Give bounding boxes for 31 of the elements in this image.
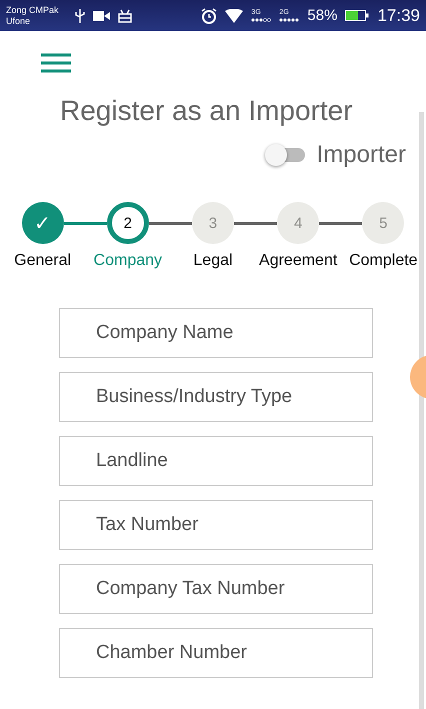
step-label: Company [94, 252, 162, 270]
usb-icon [74, 8, 85, 22]
input-field[interactable]: Chamber Number [59, 628, 373, 678]
input-field[interactable]: Tax Number [59, 500, 373, 550]
carrier-name: Ufone [6, 16, 32, 26]
carrier-name: Zong CMPak [6, 4, 59, 16]
clock-time: 17:39 [377, 6, 420, 26]
step-indicator: 5 [362, 202, 404, 244]
switch-label: Importer [316, 141, 406, 169]
input-field[interactable]: Company Name [59, 308, 373, 358]
step-label: General [14, 252, 72, 270]
input-field[interactable]: Company Tax Number [59, 564, 373, 614]
scrollbar[interactable] [419, 112, 424, 709]
input-field[interactable]: Landline [59, 436, 373, 486]
battery-percent: 58% [307, 7, 338, 24]
step-indicator: 2 [106, 202, 149, 244]
video-camera-icon [92, 10, 110, 22]
signal-icon [251, 18, 272, 22]
step-label: Agreement [259, 252, 338, 270]
menu-icon[interactable] [41, 53, 71, 73]
input-field[interactable]: Business/Industry Type [59, 372, 373, 422]
step-indicator: ✓ [22, 202, 64, 244]
alarm-clock-icon [201, 8, 218, 24]
step-label: Complete [349, 252, 418, 270]
battery-icon [345, 10, 370, 21]
step-indicator: 3 [192, 202, 234, 244]
page-title: Register as an Importer [60, 95, 354, 127]
signal-icon [279, 18, 300, 22]
step-label: Legal [193, 252, 233, 270]
step-indicator: 4 [277, 202, 320, 244]
wifi-icon [225, 8, 244, 22]
